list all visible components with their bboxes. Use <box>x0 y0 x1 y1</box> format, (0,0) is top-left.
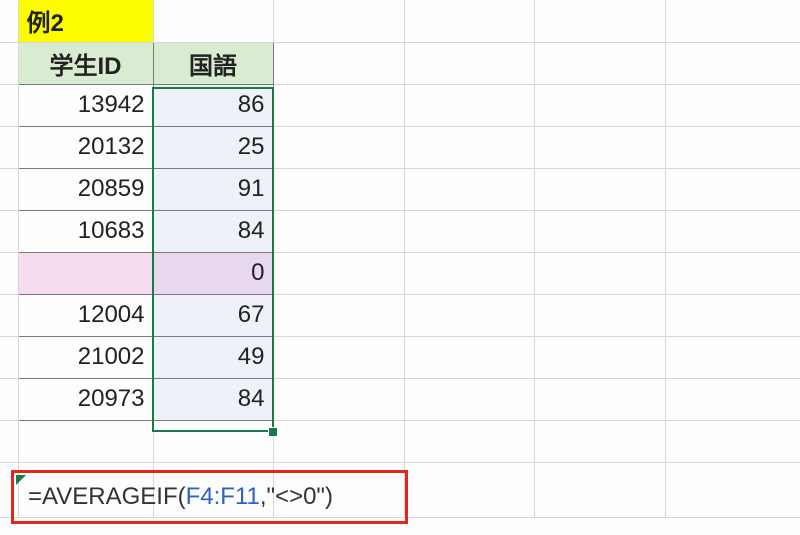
spreadsheet-grid[interactable]: 例2 学生ID 国語 13942 86 20132 25 20859 91 10… <box>0 0 800 518</box>
cell-score-zero[interactable]: 0 <box>153 252 273 294</box>
cell-id[interactable]: 21002 <box>18 336 153 378</box>
formula-open: ( <box>178 483 186 510</box>
formula-highlight-box[interactable]: =AVERAGEIF(F4:F11,"<>0") <box>11 470 408 524</box>
section-title[interactable]: 例2 <box>18 0 153 42</box>
cell-score[interactable]: 67 <box>153 294 273 336</box>
formula-range-ref: F4:F11 <box>186 483 260 510</box>
cell-id-blank[interactable] <box>18 252 153 294</box>
cell-id[interactable]: 20973 <box>18 378 153 420</box>
cell-score[interactable]: 49 <box>153 336 273 378</box>
cell-score[interactable]: 91 <box>153 168 273 210</box>
col-header-id[interactable]: 学生ID <box>18 42 153 84</box>
cell-score[interactable]: 86 <box>153 84 273 126</box>
cell-score[interactable]: 84 <box>153 378 273 420</box>
formula-rest: ,"<>0") <box>260 483 333 510</box>
formula-eq: = <box>28 483 42 510</box>
cell-id[interactable]: 10683 <box>18 210 153 252</box>
formula-fn: AVERAGEIF <box>42 483 178 510</box>
cell-id[interactable]: 12004 <box>18 294 153 336</box>
cell-score[interactable]: 25 <box>153 126 273 168</box>
cell-id[interactable]: 20132 <box>18 126 153 168</box>
cell-score[interactable]: 84 <box>153 210 273 252</box>
edit-indicator-icon <box>16 475 26 485</box>
cell-id[interactable]: 20859 <box>18 168 153 210</box>
col-header-score[interactable]: 国語 <box>153 42 273 84</box>
cell-id[interactable]: 13942 <box>18 84 153 126</box>
